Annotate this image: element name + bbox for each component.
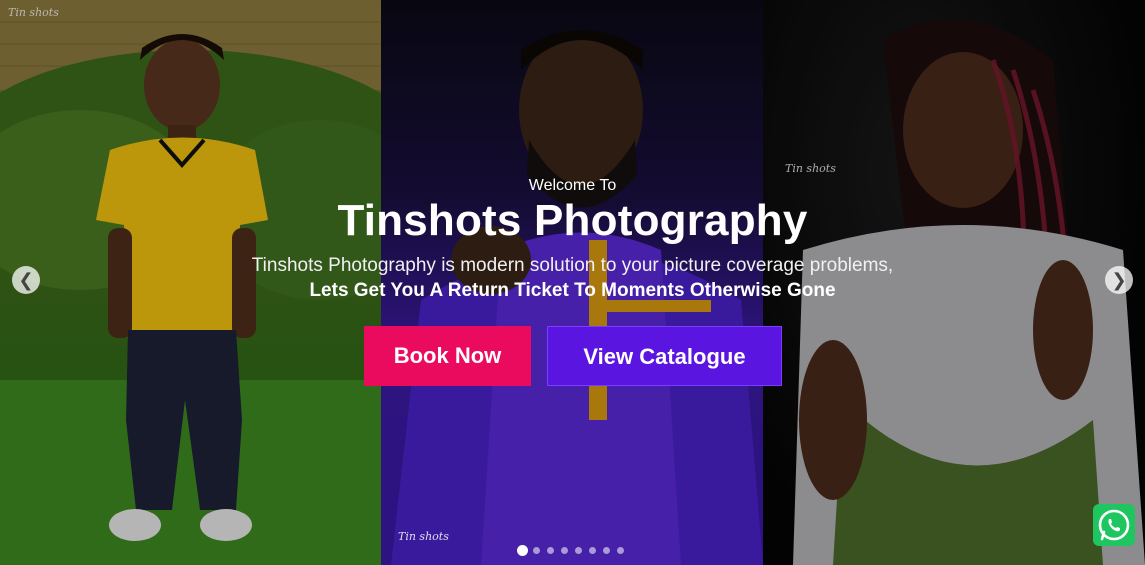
- view-catalogue-button[interactable]: View Catalogue: [547, 326, 782, 386]
- description-tagline: Lets Get You A Return Ticket To Moments …: [309, 280, 836, 301]
- carousel-next-button[interactable]: ❯: [1105, 266, 1133, 294]
- hero-carousel: Tin shots Tin shots Tin shots Welcome To…: [0, 0, 1145, 565]
- carousel-dot[interactable]: [533, 547, 540, 554]
- carousel-prev-button[interactable]: ❮: [12, 266, 40, 294]
- description-text: Tinshots Photography is modern solution …: [251, 255, 894, 276]
- welcome-text: Welcome To: [528, 177, 617, 194]
- whatsapp-button[interactable]: [1093, 504, 1135, 546]
- whatsapp-icon: [1098, 509, 1130, 541]
- carousel-dot[interactable]: [561, 547, 568, 554]
- carousel-dot[interactable]: [575, 547, 582, 554]
- chevron-left-icon: ❮: [18, 270, 34, 290]
- chevron-right-icon: ❯: [1111, 270, 1127, 290]
- carousel-dot[interactable]: [547, 547, 554, 554]
- hero-title: Tinshots Photography: [337, 196, 808, 245]
- book-now-button[interactable]: Book Now: [364, 326, 531, 386]
- hero-content: Welcome To Tinshots Photography Tinshots…: [0, 0, 1145, 565]
- carousel-dot[interactable]: [517, 545, 528, 556]
- hero-description: Tinshots Photography is modern solution …: [230, 253, 915, 303]
- carousel-dot[interactable]: [589, 547, 596, 554]
- carousel-dot[interactable]: [603, 547, 610, 554]
- carousel-dot[interactable]: [617, 547, 624, 554]
